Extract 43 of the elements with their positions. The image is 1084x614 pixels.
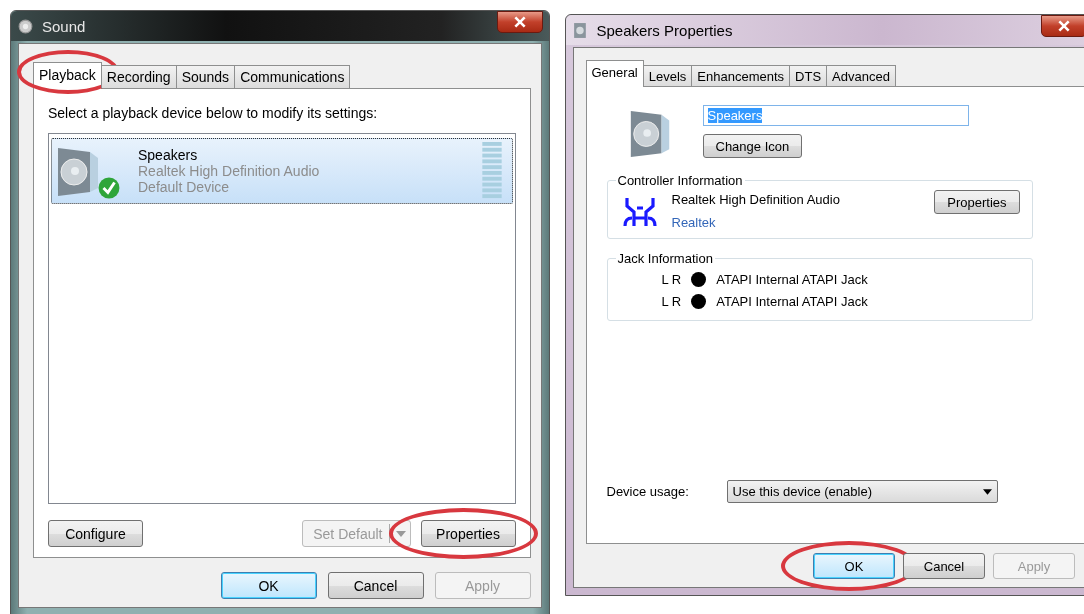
close-button[interactable] xyxy=(1041,15,1084,37)
window-title: Speakers Properties xyxy=(596,21,734,39)
properties-button[interactable]: Properties xyxy=(420,520,516,547)
dialog-button[interactable]: OK xyxy=(813,553,895,579)
configure-button[interactable]: Configure xyxy=(48,520,143,547)
tab[interactable]: Enhancements xyxy=(691,65,791,86)
tab[interactable]: DTS xyxy=(789,65,828,86)
channel-label: L R xyxy=(661,271,682,287)
tab[interactable]: Sounds xyxy=(175,65,236,88)
tab[interactable]: Levels xyxy=(642,65,693,86)
group-title: Controller Information xyxy=(616,173,744,188)
controller-properties-button[interactable]: Properties xyxy=(934,190,1020,214)
device-usage-label: Device usage: xyxy=(606,484,690,499)
tab[interactable]: General xyxy=(585,60,644,87)
device-driver: Realtek High Definition Audio xyxy=(138,163,321,179)
device-status: Default Device xyxy=(138,179,231,195)
jack-label: ATAPI Internal ATAPI Jack xyxy=(716,271,868,287)
tab[interactable]: Recording xyxy=(100,65,177,88)
dialog-button[interactable]: Cancel xyxy=(903,553,985,579)
instruction-text: Select a playback device below to modify its settings: xyxy=(48,105,379,121)
volume-meter xyxy=(481,142,502,200)
manufacturer-link[interactable]: Realtek xyxy=(671,215,921,230)
device-name: Speakers xyxy=(138,147,199,163)
tab[interactable]: Playback xyxy=(33,62,102,89)
caret-icon xyxy=(395,530,406,537)
window-title: Sound xyxy=(42,17,87,35)
close-icon xyxy=(1057,20,1071,32)
change-icon-button[interactable]: Change Icon xyxy=(702,134,803,158)
controller-name: Realtek High Definition Audio xyxy=(671,192,841,207)
caret-icon xyxy=(982,488,992,495)
group-title: Jack Information xyxy=(616,251,714,266)
dialog-button[interactable]: Cancel xyxy=(327,572,424,599)
device-item[interactable]: Speakers Realtek High Definition Audio Default Device xyxy=(51,138,513,204)
tab[interactable]: Communications xyxy=(234,65,351,88)
device-usage-dropdown[interactable]: Use this device (enable) xyxy=(726,480,998,503)
channel-label: L R xyxy=(661,293,682,309)
close-icon xyxy=(512,16,527,28)
tab[interactable]: Advanced xyxy=(826,65,896,86)
close-button[interactable] xyxy=(496,11,543,33)
crab-logo-icon xyxy=(621,196,658,228)
dialog-button[interactable]: OK xyxy=(220,572,317,599)
speaker-icon xyxy=(571,21,589,39)
jack-label: ATAPI Internal ATAPI Jack xyxy=(716,293,868,309)
